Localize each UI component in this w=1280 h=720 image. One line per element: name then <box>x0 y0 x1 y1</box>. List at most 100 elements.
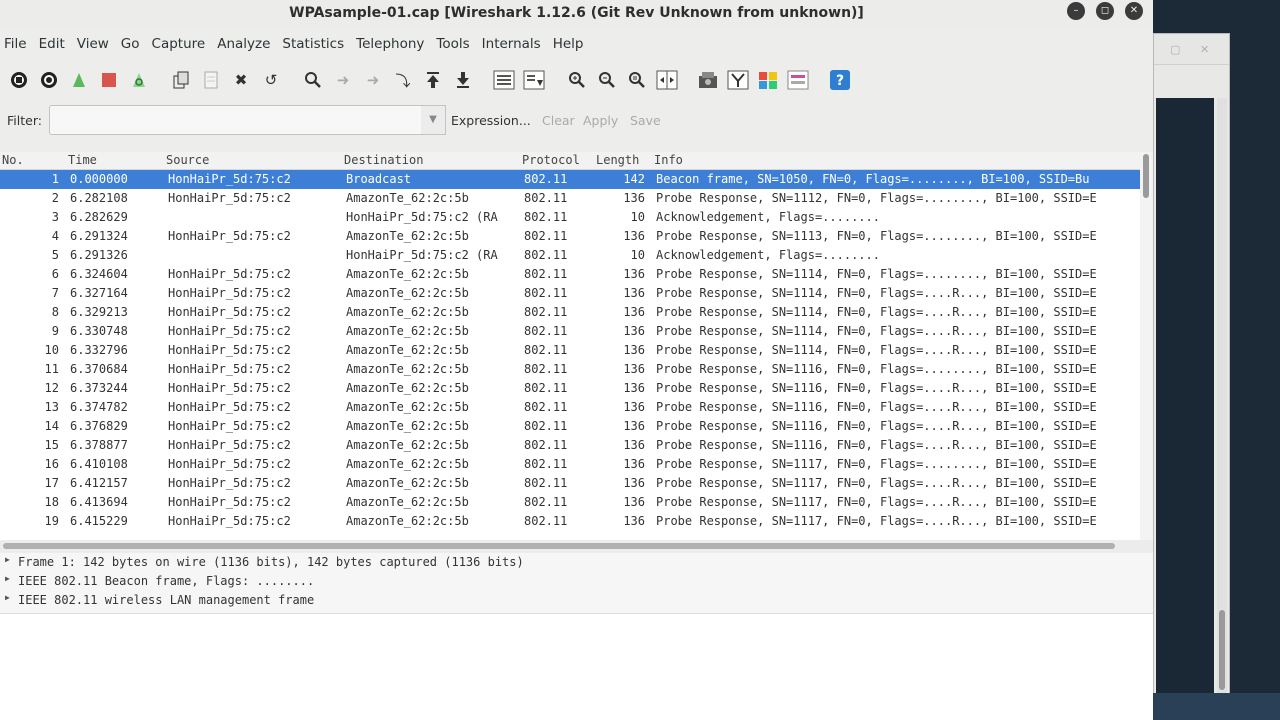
display-filters-icon[interactable] <box>727 69 749 91</box>
detail-row-ieee-beacon[interactable]: ▶ IEEE 802.11 Beacon frame, Flags: .....… <box>0 572 1153 591</box>
table-row[interactable]: 9 6.330748 HonHaiPr_5d:75:c2 AmazonTe_62:2c… <box>0 322 1140 341</box>
save-button[interactable]: Save <box>630 113 661 128</box>
table-row[interactable]: 10 6.332796 HonHaiPr_5d:75:c2 AmazonTe_62:2… <box>0 341 1140 360</box>
go-forward-icon[interactable]: ➜ <box>362 69 384 91</box>
table-row[interactable]: 6 6.324604 HonHaiPr_5d:75:c2 AmazonTe_62:2c… <box>0 265 1140 284</box>
options-icon[interactable] <box>38 69 60 91</box>
menu-help[interactable]: Help <box>553 36 590 52</box>
save-icon[interactable] <box>200 69 222 91</box>
table-row[interactable]: 13 6.374782 HonHaiPr_5d:75:c2 AmazonTe_62:2… <box>0 398 1140 417</box>
cell-no: 1 <box>51 172 59 186</box>
cell-info: Probe Response, SN=1117, FN=0, Flags=...… <box>656 476 1097 490</box>
background-terminal <box>1156 98 1214 693</box>
column-header-no[interactable]: No. <box>2 153 24 167</box>
table-row[interactable]: 7 6.327164 HonHaiPr_5d:75:c2 AmazonTe_62:2c… <box>0 284 1140 303</box>
table-row[interactable]: 2 6.282108 HonHaiPr_5d:75:c2 AmazonTe_62:2c… <box>0 189 1140 208</box>
start-capture-icon[interactable] <box>68 69 90 91</box>
go-back-icon[interactable]: ➜ <box>332 69 354 91</box>
cell-length: 136 <box>623 381 645 395</box>
cell-time: 6.370684 <box>70 362 128 376</box>
interfaces-icon[interactable] <box>8 69 30 91</box>
coloring-rules-icon[interactable] <box>757 69 779 91</box>
clear-button[interactable]: Clear <box>542 113 575 128</box>
column-header-source[interactable]: Source <box>166 153 209 167</box>
table-row[interactable]: 1 0.000000 HonHaiPr_5d:75:c2 Broadcast 802.1… <box>0 170 1140 189</box>
column-header-length[interactable]: Length <box>596 153 639 167</box>
colorize-icon[interactable] <box>493 69 515 91</box>
filter-input[interactable] <box>49 105 423 135</box>
column-header-info[interactable]: Info <box>654 153 683 167</box>
background-scrollbar[interactable] <box>1217 98 1227 693</box>
cell-length: 136 <box>623 324 645 338</box>
cell-destination: AmazonTe_62:2c:5b <box>346 457 469 471</box>
expand-arrow-icon[interactable]: ▶ <box>5 593 10 602</box>
menu-capture[interactable]: Capture <box>152 36 212 52</box>
capture-filters-icon[interactable] <box>697 69 719 91</box>
packet-bytes-pane <box>0 613 1153 720</box>
menu-view[interactable]: View <box>77 36 115 52</box>
cell-length: 142 <box>623 172 645 186</box>
expand-arrow-icon[interactable]: ▶ <box>5 555 10 564</box>
menu-analyze[interactable]: Analyze <box>217 36 276 52</box>
background-close-icon[interactable]: ✕ <box>1200 43 1209 56</box>
column-header-protocol[interactable]: Protocol <box>522 153 580 167</box>
filter-dropdown[interactable]: ▼ <box>421 105 446 135</box>
cell-time: 6.282629 <box>70 210 128 224</box>
packet-list-hscrollbar[interactable] <box>0 540 1153 552</box>
table-row[interactable]: 18 6.413694 HonHaiPr_5d:75:c2 AmazonTe_62:2… <box>0 493 1140 512</box>
cell-destination: AmazonTe_62:2c:5b <box>346 400 469 414</box>
detail-row-wlan-mgmt[interactable]: ▶ IEEE 802.11 wireless LAN management fr… <box>0 591 1153 610</box>
column-header-time[interactable]: Time <box>68 153 97 167</box>
expression-button[interactable]: Expression... <box>451 113 531 128</box>
go-first-icon[interactable] <box>422 69 444 91</box>
scroll-thumb[interactable] <box>3 543 1115 549</box>
reload-icon[interactable]: ↺ <box>260 69 282 91</box>
zoom-in-icon[interactable] <box>566 69 588 91</box>
menu-edit[interactable]: Edit <box>39 36 71 52</box>
open-icon[interactable] <box>170 69 192 91</box>
preferences-icon[interactable] <box>787 69 809 91</box>
go-last-icon[interactable] <box>452 69 474 91</box>
restart-capture-icon[interactable] <box>128 69 150 91</box>
table-row[interactable]: 16 6.410108 HonHaiPr_5d:75:c2 AmazonTe_62:2… <box>0 455 1140 474</box>
table-row[interactable]: 5 6.291326 HonHaiPr_5d:75:c2 (RA 802.11 10 Ac… <box>0 246 1140 265</box>
maximize-icon[interactable]: ◻ <box>1096 2 1114 20</box>
help-icon[interactable]: ? <box>829 69 851 91</box>
table-row[interactable]: 14 6.376829 HonHaiPr_5d:75:c2 AmazonTe_62:2… <box>0 417 1140 436</box>
detail-row-frame[interactable]: ▶ Frame 1: 142 bytes on wire (1136 bits)… <box>0 553 1153 572</box>
close-file-icon[interactable]: ✖ <box>230 69 252 91</box>
go-to-packet-icon[interactable]: ⤵ <box>392 69 414 91</box>
apply-button[interactable]: Apply <box>583 113 618 128</box>
table-row[interactable]: 3 6.282629 HonHaiPr_5d:75:c2 (RA 802.11 10 Ac… <box>0 208 1140 227</box>
zoom-out-icon[interactable] <box>596 69 618 91</box>
table-row[interactable]: 11 6.370684 HonHaiPr_5d:75:c2 AmazonTe_62:2… <box>0 360 1140 379</box>
table-row[interactable]: 4 6.291324 HonHaiPr_5d:75:c2 AmazonTe_62:2c… <box>0 227 1140 246</box>
menu-file[interactable]: File <box>4 36 33 52</box>
stop-capture-icon[interactable] <box>98 69 120 91</box>
menu-statistics[interactable]: Statistics <box>282 36 350 52</box>
find-icon[interactable] <box>302 69 324 91</box>
table-row[interactable]: 15 6.378877 HonHaiPr_5d:75:c2 AmazonTe_62:2… <box>0 436 1140 455</box>
menu-internals[interactable]: Internals <box>482 36 547 52</box>
normal-size-icon[interactable] <box>626 69 648 91</box>
minimize-icon[interactable]: – <box>1067 2 1085 20</box>
expand-arrow-icon[interactable]: ▶ <box>5 574 10 583</box>
scroll-thumb[interactable] <box>1143 154 1149 198</box>
background-maximize-icon[interactable]: ▢ <box>1170 43 1180 56</box>
table-row[interactable]: 19 6.415229 HonHaiPr_5d:75:c2 AmazonTe_62:2… <box>0 512 1140 531</box>
cell-destination: AmazonTe_62:2c:5b <box>346 229 469 243</box>
table-row[interactable]: 17 6.412157 HonHaiPr_5d:75:c2 AmazonTe_62:2… <box>0 474 1140 493</box>
column-header-destination[interactable]: Destination <box>344 153 423 167</box>
cell-info: Probe Response, SN=1116, FN=0, Flags=...… <box>656 419 1097 433</box>
menu-go[interactable]: Go <box>121 36 146 52</box>
resize-columns-icon[interactable] <box>656 69 678 91</box>
table-row[interactable]: 12 6.373244 HonHaiPr_5d:75:c2 AmazonTe_62:2… <box>0 379 1140 398</box>
cell-info: Acknowledgement, Flags=........ <box>656 248 880 262</box>
packet-list-vscrollbar[interactable] <box>1140 152 1153 540</box>
auto-scroll-icon[interactable] <box>523 69 545 91</box>
menu-telephony[interactable]: Telephony <box>356 36 430 52</box>
cell-info: Probe Response, SN=1114, FN=0, Flags=...… <box>656 343 1097 357</box>
close-icon[interactable]: ✕ <box>1125 2 1143 20</box>
menu-tools[interactable]: Tools <box>436 36 475 52</box>
table-row[interactable]: 8 6.329213 HonHaiPr_5d:75:c2 AmazonTe_62:2c… <box>0 303 1140 322</box>
